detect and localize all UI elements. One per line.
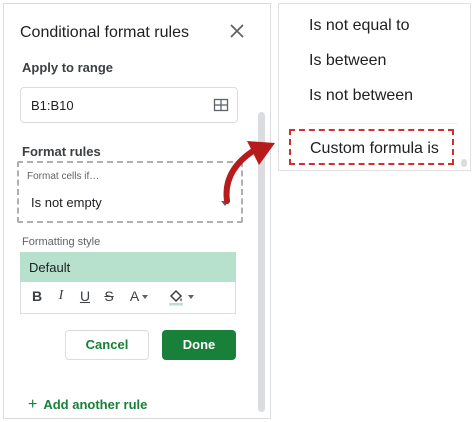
add-rule-label: Add another rule [43,397,148,412]
cancel-button[interactable]: Cancel [65,330,149,360]
condition-value: Is not empty [31,195,102,210]
chevron-down-icon [187,295,194,300]
style-default-label: Default [29,260,71,275]
menu-item-is-not-between[interactable]: Is not between [309,87,413,105]
conditional-format-panel: Conditional format rules Apply to range … [3,3,271,419]
range-value: B1:B10 [31,98,74,113]
underline-button[interactable]: U [77,288,93,308]
formatting-style-label: Formatting style [22,236,101,248]
text-color-icon: A [129,288,140,304]
curved-arrow-icon [223,141,275,204]
bold-button[interactable]: B [29,288,45,308]
condition-menu: Is not equal to Is between Is not betwee… [278,3,471,171]
menu-scrollbar[interactable] [461,159,467,167]
menu-item-custom-formula[interactable]: Custom formula is [289,129,454,165]
add-another-rule-link[interactable]: + Add another rule [28,396,147,414]
strikethrough-button[interactable]: S [101,288,117,308]
style-toolbar: B I U S A [20,282,236,314]
plus-icon: + [28,396,38,413]
panel-header: Conditional format rules [4,4,270,56]
fill-color-button[interactable] [165,288,195,308]
apply-to-range-label: Apply to range [22,60,114,75]
condition-caption: Format cells if… [27,171,100,182]
grid-select-icon[interactable] [213,97,229,118]
custom-formula-label: Custom formula is [310,140,439,157]
menu-item-is-not-equal-to[interactable]: Is not equal to [309,17,410,35]
menu-divider [307,123,457,124]
format-rules-label: Format rules [22,144,101,159]
italic-button[interactable]: I [53,288,69,308]
close-icon[interactable] [230,24,250,44]
done-button[interactable]: Done [162,330,236,360]
text-color-button[interactable]: A [125,288,153,308]
panel-title: Conditional format rules [20,24,189,41]
range-input[interactable]: B1:B10 [20,87,238,123]
condition-dropdown[interactable]: Format cells if… Is not empty [17,161,243,223]
paint-bucket-icon [168,290,183,306]
menu-item-is-between[interactable]: Is between [309,52,386,70]
style-preview[interactable]: Default [20,252,236,282]
panel-body: Apply to range B1:B10 Format rules Forma… [4,56,270,418]
chevron-down-icon [142,295,149,300]
